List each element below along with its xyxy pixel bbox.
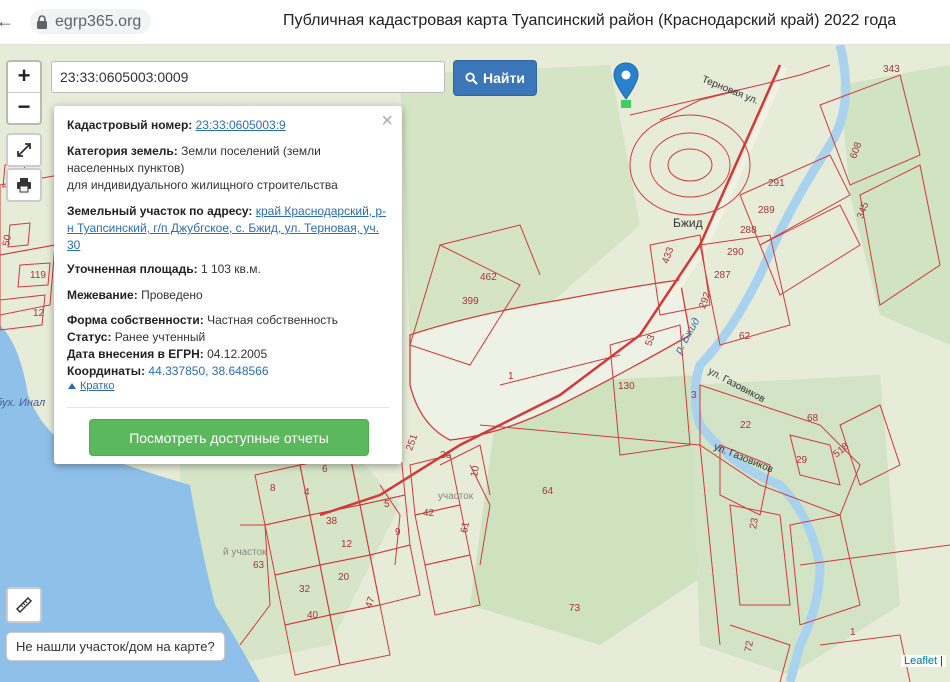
cadastral-link[interactable]: 23:33:0605003:9 <box>196 118 286 132</box>
survey-value: Проведено <box>141 288 203 302</box>
print-icon <box>17 178 31 193</box>
area-row: Уточненная площадь: 1 103 кв.м. <box>67 261 389 278</box>
address-label: Земельный участок по адресу: <box>67 204 253 218</box>
parcel-number: 42 <box>423 508 435 519</box>
url-text: egrp365.org <box>55 12 142 30</box>
parcel-number: 73 <box>569 603 581 614</box>
parcel-number: 29 <box>796 455 808 466</box>
parcel-number: 61 <box>459 521 472 534</box>
browser-top-bar: ← egrp365.org Публичная кадастровая карт… <box>0 0 950 45</box>
fullscreen-button[interactable] <box>6 133 42 167</box>
print-button[interactable] <box>6 168 42 202</box>
status-label: Статус: <box>67 330 112 344</box>
parcel-number: 23 <box>748 517 761 530</box>
town-label: Бжид <box>673 216 703 230</box>
status-row: Статус: Ранее учтенный <box>67 329 389 346</box>
parcel-number: 12 <box>33 308 45 319</box>
address-row: Земельный участок по адресу: край Красно… <box>67 203 389 254</box>
category-label: Категория земель: <box>67 144 178 158</box>
address-bar[interactable]: egrp365.org <box>30 9 152 34</box>
date-value: 04.12.2005 <box>207 347 268 361</box>
parcel-number: 63 <box>253 560 265 571</box>
parcel-number: 8 <box>270 483 276 494</box>
parcel-number: 6 <box>322 464 328 475</box>
status-value: Ранее учтенный <box>114 330 206 344</box>
page-title: Публичная кадастровая карта Туапсинский … <box>283 12 897 29</box>
back-arrow-icon[interactable]: ← <box>0 11 14 32</box>
search-button[interactable]: Найти <box>453 60 537 96</box>
search-button-label: Найти <box>483 70 525 86</box>
parcel-number: 291 <box>768 178 785 189</box>
collapse-toggle-label: Кратко <box>80 380 115 392</box>
lock-icon <box>37 14 47 29</box>
parcel-number: 62 <box>739 331 751 342</box>
parcel-text-label: й участок <box>223 547 267 558</box>
parcel-number: 289 <box>758 205 775 216</box>
parcel-number: 64 <box>542 486 554 497</box>
coords-row: Координаты: 44.337850, 38.648566 <box>67 363 389 380</box>
parcel-number: 68 <box>807 413 819 424</box>
category-use: для индивидуального жилищного строительс… <box>67 178 338 192</box>
parcel-number: 32 <box>299 584 311 595</box>
map-attribution: Leaflet | <box>901 655 946 667</box>
ownership-value: Частная собственность <box>207 313 339 327</box>
parcel-number: 50 <box>1 234 14 247</box>
parcel-number: 38 <box>326 516 338 527</box>
survey-row: Межевание: Проведено <box>67 287 389 304</box>
survey-label: Межевание: <box>67 288 138 302</box>
parcel-number: 462 <box>480 272 497 283</box>
not-found-link[interactable]: Не нашли участок/дом на карте? <box>6 632 225 661</box>
parcel-number: 1 <box>850 627 856 638</box>
divider <box>67 407 389 408</box>
date-row: Дата внесения в ЕГРН: 04.12.2005 <box>67 346 389 363</box>
coords-label: Координаты: <box>67 364 146 378</box>
category-row: Категория земель: Земли поселений (земли… <box>67 143 389 194</box>
bay-label: бух. Инал <box>0 397 46 409</box>
parcel-number: 399 <box>462 296 479 307</box>
parcel-number: 9 <box>395 527 401 538</box>
parcel-number: 72 <box>743 640 756 653</box>
caret-up-icon <box>68 383 76 389</box>
parcel-text-label: участок <box>438 491 474 502</box>
parcel-number: 130 <box>618 381 635 392</box>
parcel-number: 343 <box>883 64 900 75</box>
expand-icon <box>17 143 31 157</box>
parcel-number: 4 <box>304 487 310 498</box>
ownership-label: Форма собственности: <box>67 313 204 327</box>
parcel-number: 22 <box>740 420 752 431</box>
parcel-number: 12 <box>341 539 353 550</box>
parcel-number: 5 <box>384 499 390 510</box>
cadastral-search-input[interactable] <box>51 61 445 93</box>
collapse-toggle[interactable]: Кратко <box>68 380 115 392</box>
date-label: Дата внесения в ЕГРН: <box>67 347 204 361</box>
ruler-icon <box>15 596 33 614</box>
parcel-number: 119 <box>30 270 46 281</box>
parcel-number: 290 <box>727 247 744 258</box>
ownership-row: Форма собственности: Частная собственнос… <box>67 312 389 329</box>
area-label: Уточненная площадь: <box>67 262 198 276</box>
parcel-number: 20 <box>338 572 350 583</box>
parcel-number: 10 <box>469 465 482 478</box>
leaflet-link[interactable]: Leaflet <box>904 655 937 667</box>
parcel-number: 3 <box>691 390 697 401</box>
zoom-in-button[interactable]: + <box>8 62 40 93</box>
view-reports-button[interactable]: Посмотреть доступные отчеты <box>89 419 369 456</box>
cadastral-row: Кадастровый номер: 23:33:0605003:9 <box>67 117 389 134</box>
area-value: 1 103 кв.м. <box>200 262 261 276</box>
measure-button[interactable] <box>6 587 42 623</box>
search-icon <box>465 71 478 85</box>
parcel-number: 287 <box>714 270 731 281</box>
zoom-control: + − <box>6 60 42 125</box>
zoom-out-button[interactable]: − <box>8 93 40 123</box>
cadastral-label: Кадастровый номер: <box>67 118 193 132</box>
parcel-info-popup: × Кадастровый номер: 23:33:0605003:9 Кат… <box>54 106 402 464</box>
parcel-number: 288 <box>740 225 757 236</box>
parcel-number: 40 <box>307 610 319 621</box>
parcel-number: 26 <box>440 450 452 461</box>
parcel-number: 1 <box>508 371 514 382</box>
coords-value: 44.337850, 38.648566 <box>148 364 269 378</box>
